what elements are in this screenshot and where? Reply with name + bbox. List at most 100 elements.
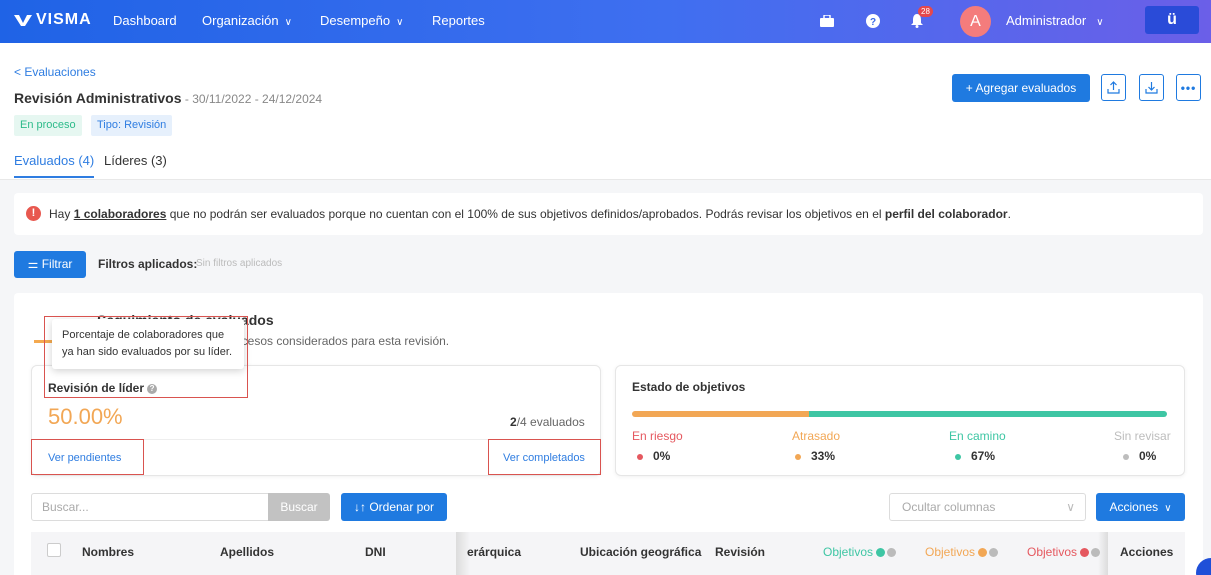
- highlight-box: [488, 439, 601, 475]
- chevron-down-icon: ∨: [1164, 503, 1172, 514]
- leader-review-percent: 50.00%: [48, 404, 123, 429]
- ellipsis-icon: •••: [1180, 80, 1197, 95]
- filter-button[interactable]: ⚌ Filtrar: [14, 251, 86, 278]
- hide-columns-label: Ocultar columnas: [902, 500, 996, 514]
- visma-logo[interactable]: VISMA: [14, 11, 92, 29]
- review-name: Revisión Administrativos: [14, 90, 182, 106]
- order-by-label: Ordenar por: [369, 500, 435, 514]
- state-value-en-camino: 67%: [955, 449, 995, 463]
- state-value-sin-revisar: 0%: [1123, 449, 1156, 463]
- state-label-sin-revisar: Sin revisar: [1114, 429, 1171, 443]
- user-menu[interactable]: Administrador ∨: [1006, 13, 1104, 28]
- warning-icon: !: [26, 206, 41, 221]
- state-value-text: 0%: [653, 449, 671, 463]
- download-icon: [1145, 82, 1158, 94]
- column-label: Objetivos: [925, 545, 976, 559]
- progress-bar-en-camino: [809, 411, 1167, 417]
- status-badge: En proceso: [14, 115, 82, 136]
- orange-dot-icon: [795, 453, 801, 460]
- page-header: < Evaluaciones Revisión Administrativos …: [0, 43, 1211, 180]
- column-acciones: Acciones: [1120, 545, 1174, 559]
- column-revision[interactable]: Revisión: [715, 545, 765, 559]
- green-dot-icon: [955, 453, 961, 460]
- state-value-text: 0%: [1139, 449, 1157, 463]
- chevron-down-icon: ∨: [1096, 17, 1104, 28]
- alert-suffix: .: [1007, 207, 1011, 221]
- nav-dashboard[interactable]: Dashboard: [113, 13, 177, 28]
- state-label-en-riesgo: En riesgo: [632, 429, 683, 443]
- progress-bar-atrasado: [632, 411, 809, 417]
- actions-label: Acciones: [1109, 500, 1159, 514]
- help-icon[interactable]: [989, 548, 999, 558]
- warning-alert: ! Hay 1 colaboradores que no podrán ser …: [14, 193, 1203, 235]
- state-value-text: 67%: [971, 449, 996, 463]
- app-switch-button[interactable]: ü: [1145, 6, 1199, 34]
- evaluated-total: /4 evaluados: [516, 415, 585, 429]
- nav-desempeno-label: Desempeño: [320, 13, 391, 28]
- select-all-checkbox[interactable]: [47, 543, 61, 557]
- applied-filters-label: Filtros aplicados:: [98, 257, 198, 271]
- help-icon[interactable]: ?: [864, 12, 882, 30]
- chevron-down-icon: ∨: [396, 17, 404, 28]
- download-button[interactable]: [1139, 74, 1164, 101]
- order-by-button[interactable]: ↓↑ Ordenar por: [341, 493, 447, 521]
- filter-icon: ⚌: [27, 257, 42, 271]
- column-nombres[interactable]: Nombres: [82, 545, 134, 559]
- orange-dot-icon: [978, 548, 988, 558]
- avatar[interactable]: A: [960, 6, 991, 37]
- column-objetivos-en-camino[interactable]: Objetivos: [823, 545, 897, 559]
- hide-columns-select[interactable]: Ocultar columnas ∨: [889, 493, 1086, 521]
- help-icon[interactable]: [887, 548, 897, 558]
- tab-lideres[interactable]: Líderes (3): [104, 153, 167, 168]
- gray-dot-icon: [1123, 453, 1129, 460]
- type-badge: Tipo: Revisión: [91, 115, 173, 136]
- column-objetivos-en-riesgo[interactable]: Objetivos: [1027, 545, 1101, 559]
- state-label-en-camino: En camino: [949, 429, 1006, 443]
- alert-prefix: Hay: [49, 207, 74, 221]
- review-dates: - 30/11/2022 - 24/12/2024: [181, 92, 323, 106]
- nav-desempeno[interactable]: Desempeño ∨: [320, 13, 403, 28]
- evaluated-done: 2: [510, 415, 517, 429]
- column-objetivos-atrasado[interactable]: Objetivos: [925, 545, 999, 559]
- upload-icon: [1107, 81, 1120, 94]
- search-input[interactable]: Buscar...: [31, 493, 269, 521]
- column-ubicacion[interactable]: Ubicación geográfica: [580, 545, 701, 559]
- objectives-status-title: Estado de objetivos: [632, 380, 746, 394]
- red-dot-icon: [1080, 548, 1090, 558]
- search-button[interactable]: Buscar: [268, 493, 330, 521]
- red-dot-icon: [637, 453, 643, 460]
- collaborators-link[interactable]: 1 colaboradores: [74, 207, 167, 221]
- state-value-atrasado: 33%: [795, 449, 835, 463]
- more-options-button[interactable]: •••: [1176, 74, 1201, 101]
- profile-text: perfil del colaborador: [884, 207, 1008, 221]
- applied-filters-value: Sin filtros aplicados: [196, 258, 283, 269]
- green-dot-icon: [876, 548, 886, 558]
- nav-reportes-label: Reportes: [432, 13, 485, 28]
- svg-text:?: ?: [870, 17, 876, 28]
- column-apellidos[interactable]: Apellidos: [220, 545, 274, 559]
- alert-text: Hay 1 colaboradores que no podrán ser ev…: [49, 207, 1011, 221]
- nav-organizacion[interactable]: Organización ∨: [202, 13, 292, 28]
- highlight-box: [31, 439, 144, 475]
- notification-badge: 28: [918, 6, 933, 17]
- back-link[interactable]: < Evaluaciones: [14, 65, 96, 79]
- state-value-en-riesgo: 0%: [637, 449, 670, 463]
- column-dni[interactable]: DNI: [365, 545, 386, 559]
- briefcase-icon[interactable]: [818, 12, 836, 30]
- add-evaluados-button[interactable]: + Agregar evaluados: [952, 74, 1090, 102]
- nav-reportes[interactable]: Reportes: [432, 13, 485, 28]
- tab-evaluados[interactable]: Evaluados (4): [14, 153, 95, 178]
- nav-dashboard-label: Dashboard: [113, 13, 177, 28]
- page-title: Revisión Administrativos - 30/11/2022 - …: [14, 90, 322, 106]
- evaluated-count: 2/4 evaluados: [510, 415, 585, 429]
- logo-text: VISMA: [36, 11, 92, 28]
- actions-dropdown[interactable]: Acciones ∨: [1096, 493, 1185, 521]
- tracking-subtitle: ocesos considerados para esta revisión.: [235, 334, 450, 348]
- top-navbar: VISMA Dashboard Organización ∨ Desempeño ∨…: [0, 0, 1211, 43]
- chevron-down-icon: ∨: [1066, 500, 1075, 514]
- help-icon[interactable]: [1091, 548, 1101, 558]
- state-label-atrasado: Atrasado: [792, 429, 841, 443]
- column-jerarquica[interactable]: erárquica: [467, 545, 521, 559]
- upload-button[interactable]: [1101, 74, 1126, 101]
- column-label: Objetivos: [823, 545, 874, 559]
